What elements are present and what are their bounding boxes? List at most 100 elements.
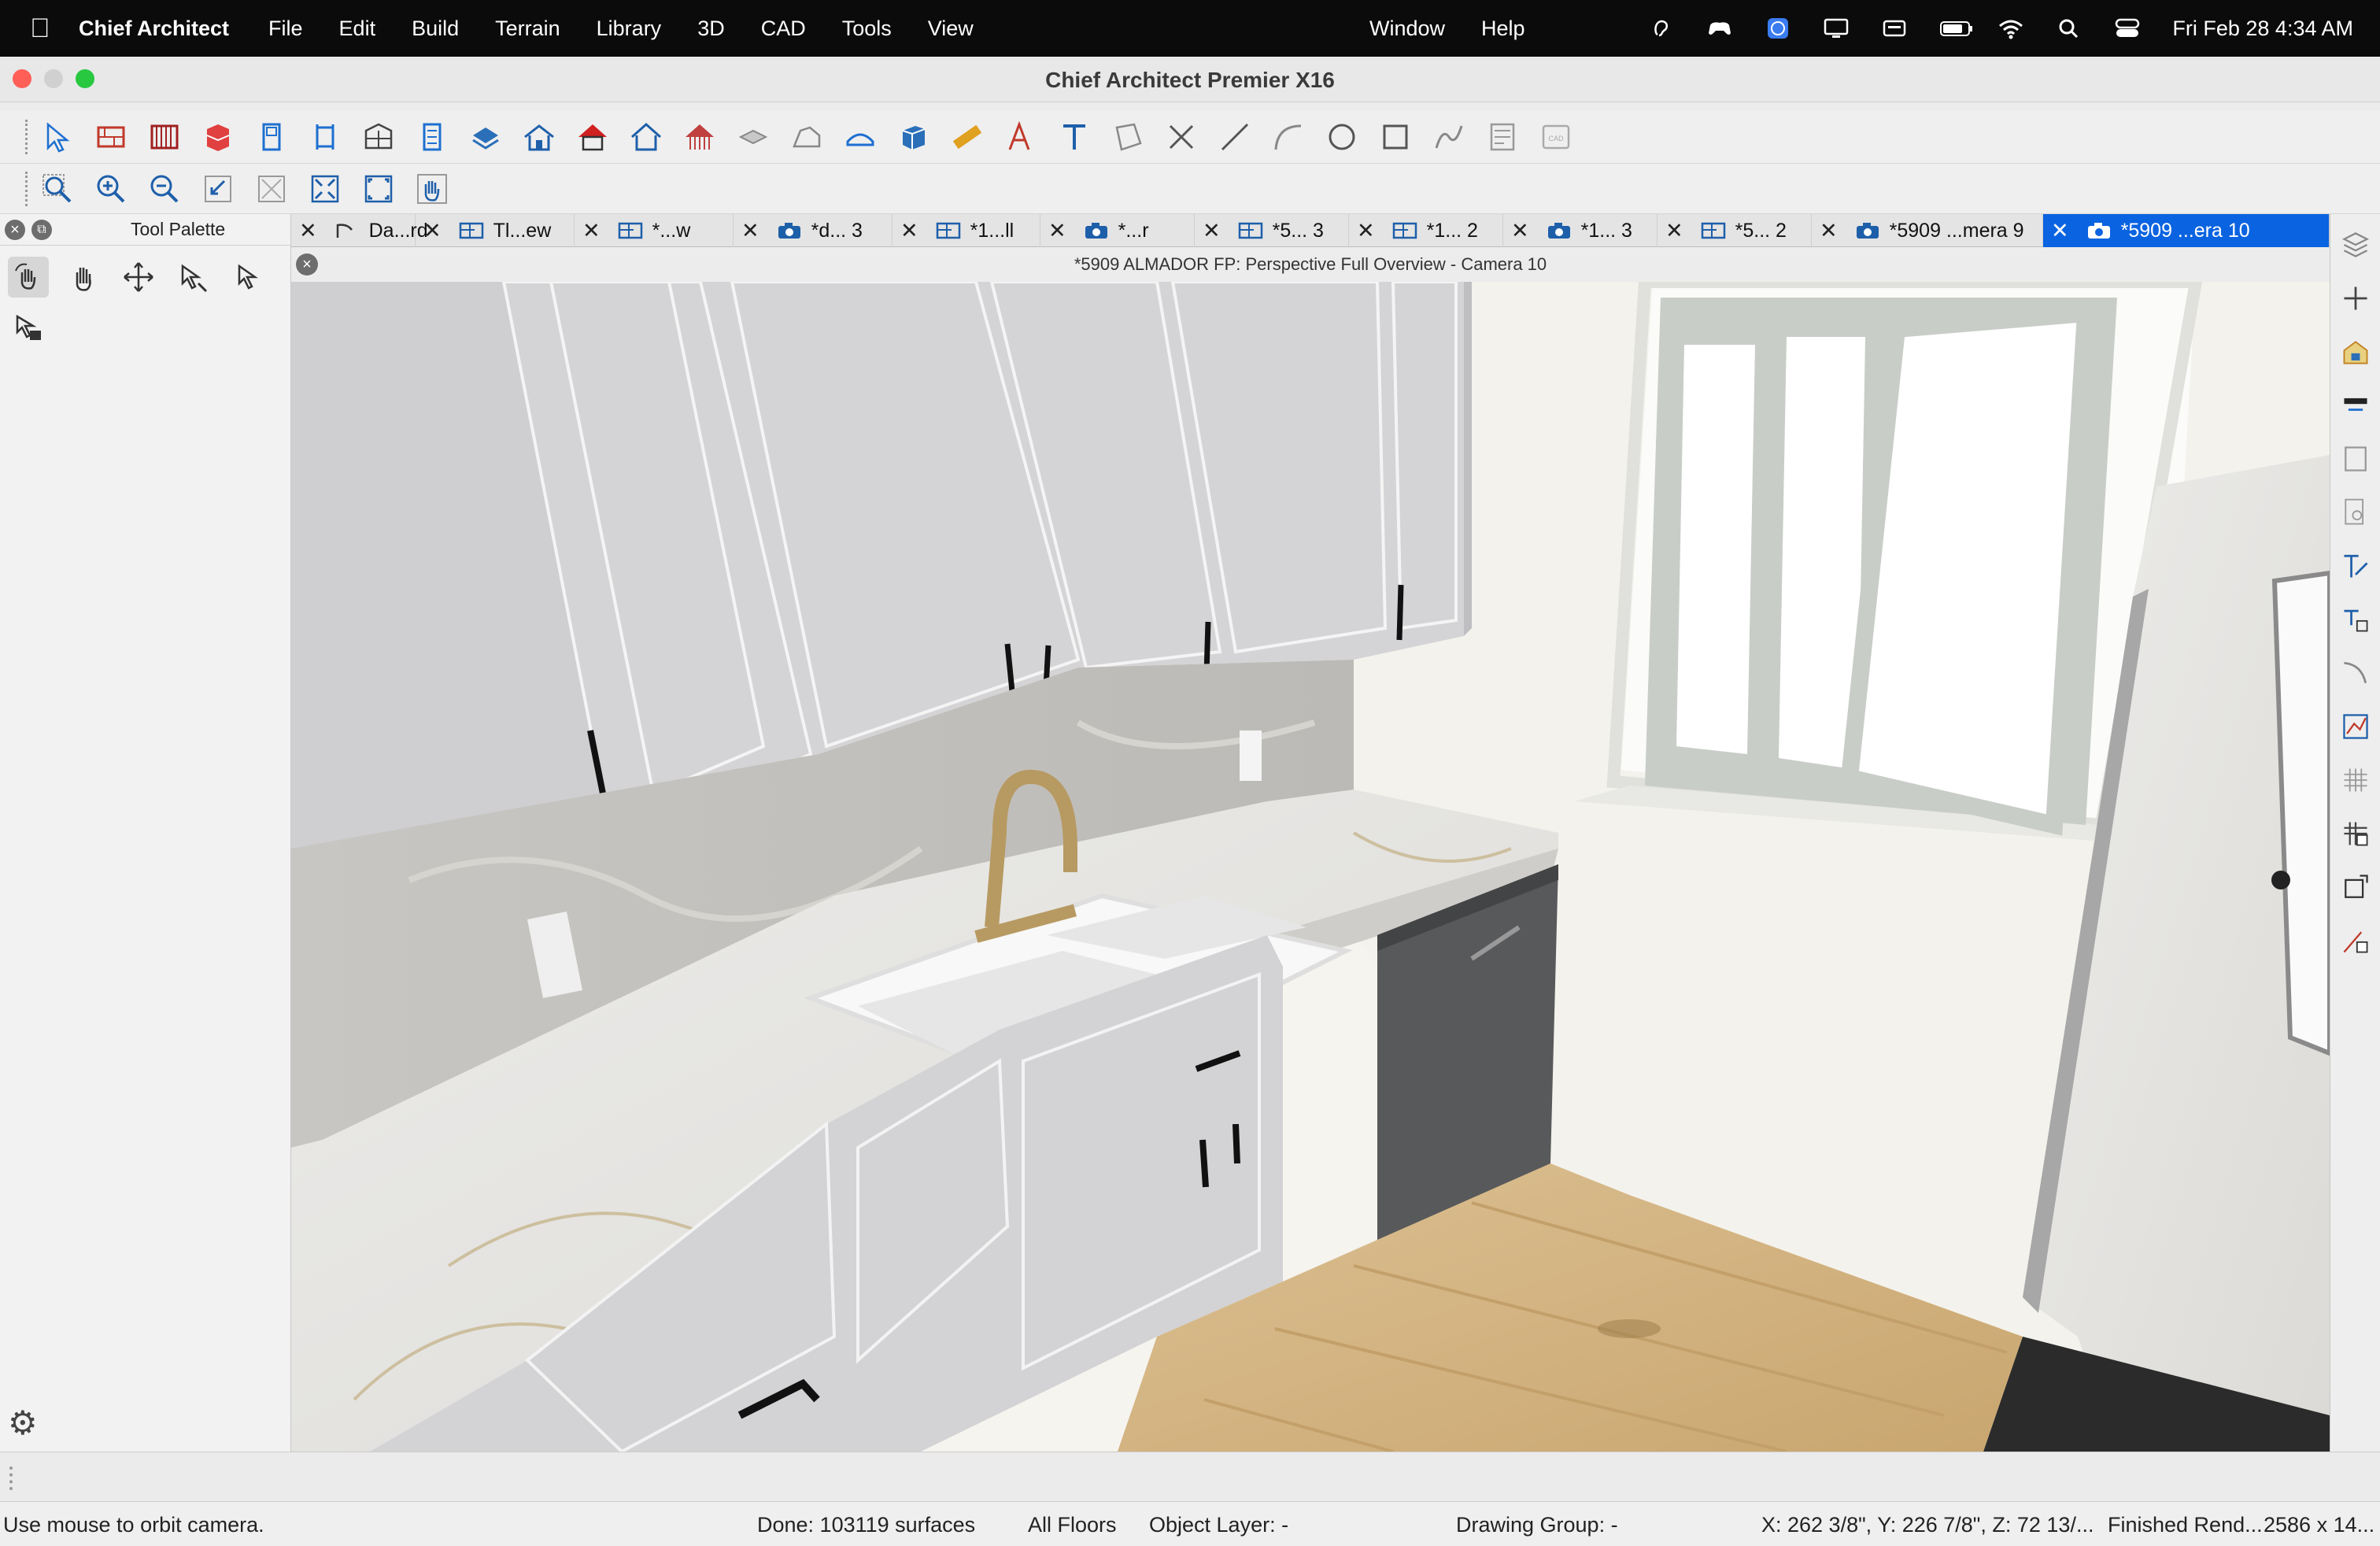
orbit-camera-icon[interactable] — [8, 257, 49, 298]
cabinet-tools-button[interactable] — [198, 117, 238, 157]
close-palette-button[interactable]: × — [5, 219, 25, 240]
menu-help[interactable]: Help — [1481, 17, 1525, 41]
view-tab[interactable]: ✕ *...w — [575, 214, 734, 247]
box-tools-button[interactable] — [1376, 117, 1415, 157]
pan-camera-icon[interactable] — [63, 257, 104, 298]
pan-hand-icon[interactable] — [412, 169, 452, 209]
apple-logo-icon[interactable]:  — [30, 13, 69, 44]
line-tools-button[interactable] — [1215, 117, 1255, 157]
3d-box-button[interactable] — [894, 117, 933, 157]
roof-tools-button[interactable] — [519, 117, 559, 157]
cad-block-button[interactable]: CAD — [1536, 117, 1576, 157]
view-tab[interactable]: ✕ Tl...ew — [416, 214, 575, 247]
view-tab[interactable]: ✕ Da...rd — [291, 214, 428, 247]
transform-icon[interactable] — [2336, 867, 2375, 907]
palette-settings-gear-icon[interactable]: ⚙ — [8, 1404, 38, 1442]
3d-camera-view[interactable] — [291, 282, 2330, 1452]
layer-display-icon[interactable] — [2336, 225, 2375, 264]
zoom-in-icon[interactable] — [91, 169, 131, 209]
edit-dimension-icon[interactable] — [2336, 546, 2375, 586]
toolbar-grip[interactable] — [25, 171, 30, 206]
text-tools-button[interactable] — [1055, 117, 1094, 157]
view-tab[interactable]: ✕ *5... 2 — [1658, 214, 1812, 247]
fit-page-icon[interactable] — [359, 169, 398, 209]
wall-tools-button[interactable] — [91, 117, 131, 157]
view-frame-icon[interactable] — [2336, 439, 2375, 479]
close-tab-icon[interactable]: ✕ — [299, 219, 317, 243]
dormer-tools-button[interactable] — [626, 117, 666, 157]
shape-tools-button[interactable] — [841, 117, 880, 157]
view-tab[interactable]: ✕ *...r — [1040, 214, 1195, 247]
terrain-tools-button[interactable] — [787, 117, 826, 157]
view-tab[interactable]: ✕ *1... 2 — [1349, 214, 1503, 247]
menu-tools[interactable]: Tools — [842, 17, 892, 41]
edit-camera-icon[interactable] — [173, 257, 214, 298]
spline-tools-button[interactable] — [1429, 117, 1469, 157]
arc-edit-icon[interactable] — [2336, 653, 2375, 693]
menu-3d[interactable]: 3D — [697, 17, 725, 41]
menu-view[interactable]: View — [928, 17, 974, 41]
checklist-icon[interactable] — [2336, 600, 2375, 639]
room-tools-button[interactable] — [466, 117, 505, 157]
toolbar-grip[interactable] — [9, 1466, 13, 1490]
menu-cad[interactable]: CAD — [761, 17, 806, 41]
close-view-button[interactable]: × — [296, 253, 318, 276]
railing-tools-button[interactable] — [145, 117, 184, 157]
view-tab[interactable]: ✕ *d... 3 — [734, 214, 893, 247]
add-icon[interactable] — [2336, 279, 2375, 318]
gamepad-icon[interactable] — [1706, 17, 1733, 39]
grid-check-icon[interactable] — [2336, 814, 2375, 853]
minimize-window-button[interactable] — [44, 69, 63, 88]
close-tab-icon[interactable]: ✕ — [1665, 219, 1683, 243]
menu-edit[interactable]: Edit — [339, 17, 376, 41]
battery-icon[interactable] — [1939, 17, 1973, 39]
kitchen-render[interactable] — [291, 282, 2330, 1452]
chart-edit-icon[interactable] — [2336, 707, 2375, 746]
fill-window-icon[interactable] — [252, 169, 291, 209]
keyboard-layout-icon[interactable] — [1881, 17, 1908, 39]
window-tools-button[interactable] — [305, 117, 345, 157]
select-objects-button[interactable] — [38, 117, 77, 157]
close-tab-icon[interactable]: ✕ — [582, 219, 601, 243]
arc-tools-button[interactable] — [1269, 117, 1308, 157]
zoom-out-icon[interactable] — [145, 169, 184, 209]
close-tab-icon[interactable]: ✕ — [1357, 219, 1375, 243]
close-tab-icon[interactable]: ✕ — [1511, 219, 1529, 243]
house-tools-button[interactable] — [573, 117, 612, 157]
view-tab[interactable]: ✕ *5909 ...era 10 — [2043, 214, 2330, 247]
palette-options-button[interactable]: ⧉ — [31, 219, 52, 240]
spotlight-search-icon[interactable] — [2056, 17, 2082, 39]
zoom-window-button[interactable] — [76, 69, 94, 88]
menu-file[interactable]: File — [268, 17, 303, 41]
close-tab-icon[interactable]: ✕ — [1048, 219, 1066, 243]
view-tab[interactable]: ✕ *1... 3 — [1503, 214, 1658, 247]
framing-tools-button[interactable] — [680, 117, 719, 157]
fill-window-building-icon[interactable] — [305, 169, 345, 209]
display-icon[interactable] — [1823, 17, 1850, 39]
delete-tools-button[interactable] — [1162, 117, 1201, 157]
menu-build[interactable]: Build — [412, 17, 459, 41]
wifi-icon[interactable] — [1998, 17, 2024, 39]
app-menu[interactable]: Chief Architect — [79, 17, 229, 41]
circle-tools-button[interactable] — [1322, 117, 1362, 157]
close-tab-icon[interactable]: ✕ — [741, 219, 759, 243]
text-arrow-button[interactable] — [1001, 117, 1040, 157]
door-tools-button[interactable] — [252, 117, 291, 157]
slab-tools-button[interactable] — [734, 117, 773, 157]
toolbar-grip[interactable] — [25, 119, 30, 154]
select-camera-icon[interactable] — [228, 257, 269, 298]
close-tab-icon[interactable]: ✕ — [900, 219, 918, 243]
control-center-icon[interactable] — [2114, 17, 2141, 39]
cad-detail-button[interactable] — [1483, 117, 1522, 157]
elevation-check-icon[interactable] — [2336, 921, 2375, 960]
menu-window[interactable]: Window — [1369, 17, 1445, 41]
camera-tools-icon[interactable] — [8, 307, 49, 348]
clock[interactable]: Fri Feb 28 4:34 AM — [2172, 17, 2353, 41]
view-tab[interactable]: ✕ *5... 3 — [1195, 214, 1349, 247]
hearing-icon[interactable] — [1648, 17, 1675, 39]
view-tab[interactable]: ✕ *5909 ...mera 9 — [1812, 214, 2043, 247]
view-tab[interactable]: ✕ *1...ll — [893, 214, 1040, 247]
material-painter-icon[interactable] — [2336, 332, 2375, 372]
close-tab-icon[interactable]: ✕ — [2051, 219, 2069, 243]
close-window-button[interactable] — [13, 69, 31, 88]
